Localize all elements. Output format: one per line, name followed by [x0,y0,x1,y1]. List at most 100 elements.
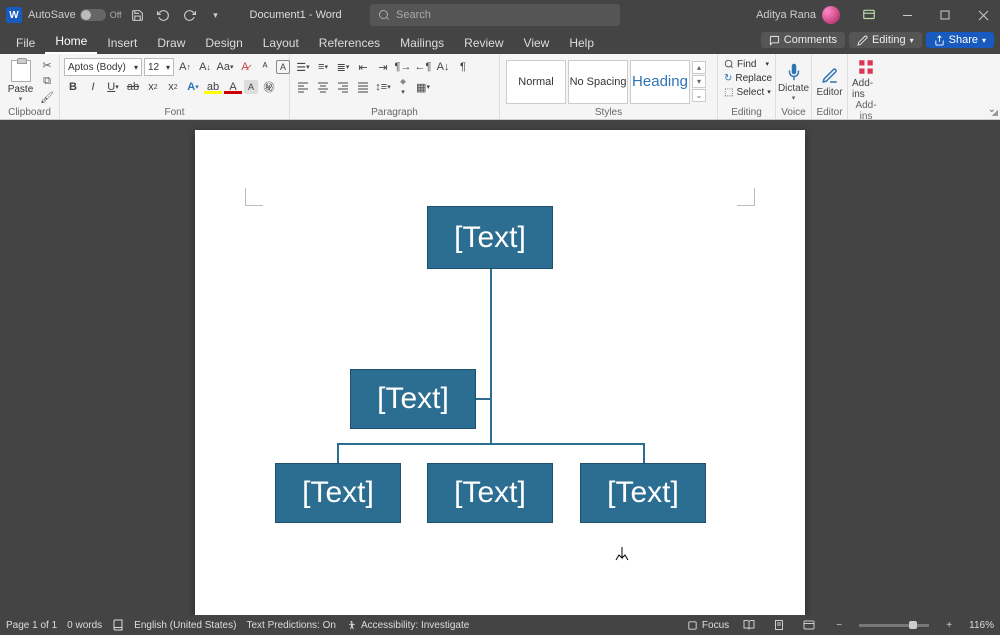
font-family-select[interactable]: Aptos (Body)▾ [64,58,142,76]
text-predictions-indicator[interactable]: Text Predictions: On [246,620,335,631]
line-spacing-button[interactable]: ↕≡▾ [374,78,392,96]
copy-button[interactable]: ⧉ [39,75,55,89]
character-border-button[interactable]: A [276,60,290,74]
italic-button[interactable]: I [84,78,102,96]
rtl-direction-button[interactable]: ←¶ [414,58,432,76]
zoom-slider[interactable] [859,624,929,627]
ribbon-display-options[interactable] [852,0,886,30]
clear-formatting-button[interactable]: A̷ [236,58,254,76]
accessibility-indicator[interactable]: Accessibility: Investigate [346,620,469,631]
change-case-button[interactable]: Aa▾ [216,58,234,76]
styles-scroll-up[interactable]: ▴ [692,61,706,74]
subscript-button[interactable]: x2 [144,78,162,96]
tab-design[interactable]: Design [195,32,252,54]
tab-view[interactable]: View [514,32,560,54]
collapse-ribbon-button[interactable]: ⌄ [988,104,996,115]
tab-home[interactable]: Home [45,30,97,54]
save-button[interactable] [128,5,148,25]
comments-button[interactable]: Comments [761,32,845,48]
document-area[interactable]: [Text] [Text] [Text] [Text] [Text] [0,120,1000,615]
autosave-switch-icon[interactable] [80,9,106,21]
increase-indent-button[interactable]: ⇥ [374,58,392,76]
smartart-assistant-node[interactable]: [Text] [350,369,476,429]
tab-references[interactable]: References [309,32,390,54]
styles-scroll-down[interactable]: ▾ [692,75,706,88]
tab-help[interactable]: Help [559,32,604,54]
decrease-indent-button[interactable]: ⇤ [354,58,372,76]
web-layout-button[interactable] [799,617,819,633]
align-center-button[interactable] [314,78,332,96]
document-page[interactable]: [Text] [Text] [Text] [Text] [Text] [195,130,805,615]
find-button[interactable]: Find▾ [722,57,771,71]
style-no-spacing[interactable]: No Spacing [568,60,628,104]
justify-button[interactable] [354,78,372,96]
read-mode-button[interactable] [739,617,759,633]
paste-button[interactable]: Paste ▾ [4,59,37,105]
highlight-color-button[interactable]: ab [204,78,222,96]
strikethrough-button[interactable]: ab [124,78,142,96]
autosave-toggle[interactable]: AutoSave Off [28,9,122,21]
spellcheck-button[interactable] [112,619,124,631]
select-button[interactable]: ⬚ Select▾ [722,85,771,99]
styles-expand[interactable]: ⌄ [692,89,706,102]
dictate-button[interactable] [783,61,805,83]
word-count[interactable]: 0 words [67,620,102,631]
decrease-font-size-button[interactable]: A↓ [196,58,214,76]
replace-button[interactable]: ↻ Replace [722,71,771,85]
search-box[interactable]: Search [370,4,620,26]
cut-button[interactable]: ✂ [39,59,55,73]
tab-layout[interactable]: Layout [253,32,309,54]
multilevel-list-button[interactable]: ≣▾ [334,58,352,76]
page-indicator[interactable]: Page 1 of 1 [6,620,57,631]
editing-mode-button[interactable]: Editing ▾ [849,32,922,48]
qat-customize-button[interactable]: ▾ [206,5,226,25]
focus-mode-button[interactable]: Focus [687,620,729,631]
borders-button[interactable]: ▦▾ [414,78,432,96]
tab-draw[interactable]: Draw [147,32,195,54]
style-normal[interactable]: Normal [506,60,566,104]
smartart-child-node-2[interactable]: [Text] [427,463,553,523]
undo-button[interactable] [154,5,174,25]
enclose-characters-button[interactable]: ㊙ [260,78,278,96]
redo-button[interactable] [180,5,200,25]
language-indicator[interactable]: English (United States) [134,620,236,631]
tab-file[interactable]: File [6,32,45,54]
editor-button[interactable] [819,65,841,87]
share-button[interactable]: Share ▾ [926,32,994,48]
smartart-top-node[interactable]: [Text] [427,206,553,269]
minimize-button[interactable] [890,0,924,30]
account-button[interactable]: Aditya Rana [748,6,848,24]
zoom-out-button[interactable]: − [829,617,849,633]
close-button[interactable] [966,0,1000,30]
bold-button[interactable]: B [64,78,82,96]
smartart-organization-chart[interactable]: [Text] [Text] [Text] [Text] [Text] [250,206,750,546]
underline-button[interactable]: U▾ [104,78,122,96]
addins-button[interactable] [855,56,877,78]
ltr-direction-button[interactable]: ¶→ [394,58,412,76]
text-effects-button[interactable]: A▾ [184,78,202,96]
zoom-in-button[interactable]: + [939,617,959,633]
styles-gallery-spinner[interactable]: ▴ ▾ ⌄ [692,61,706,102]
shading-button[interactable]: ▾ [394,78,412,96]
format-painter-button[interactable]: 🖌 [39,91,55,105]
superscript-button[interactable]: x2 [164,78,182,96]
numbering-button[interactable]: ≡▾ [314,58,332,76]
align-left-button[interactable] [294,78,312,96]
sort-button[interactable]: A↓ [434,58,452,76]
smartart-child-node-1[interactable]: [Text] [275,463,401,523]
show-marks-button[interactable]: ¶ [454,58,472,76]
font-color-button[interactable]: A [224,78,242,96]
increase-font-size-button[interactable]: A↑ [176,58,194,76]
tab-review[interactable]: Review [454,32,513,54]
zoom-level[interactable]: 116% [969,620,994,631]
align-right-button[interactable] [334,78,352,96]
tab-mailings[interactable]: Mailings [390,32,454,54]
print-layout-button[interactable] [769,617,789,633]
phonetic-guide-button[interactable]: ᴬ [256,58,274,76]
bullets-button[interactable]: ☰▾ [294,58,312,76]
font-size-select[interactable]: 12▾ [144,58,174,76]
tab-insert[interactable]: Insert [97,32,147,54]
style-heading1[interactable]: Heading [630,60,690,104]
character-shading-button[interactable]: A [244,80,258,94]
smartart-child-node-3[interactable]: [Text] [580,463,706,523]
